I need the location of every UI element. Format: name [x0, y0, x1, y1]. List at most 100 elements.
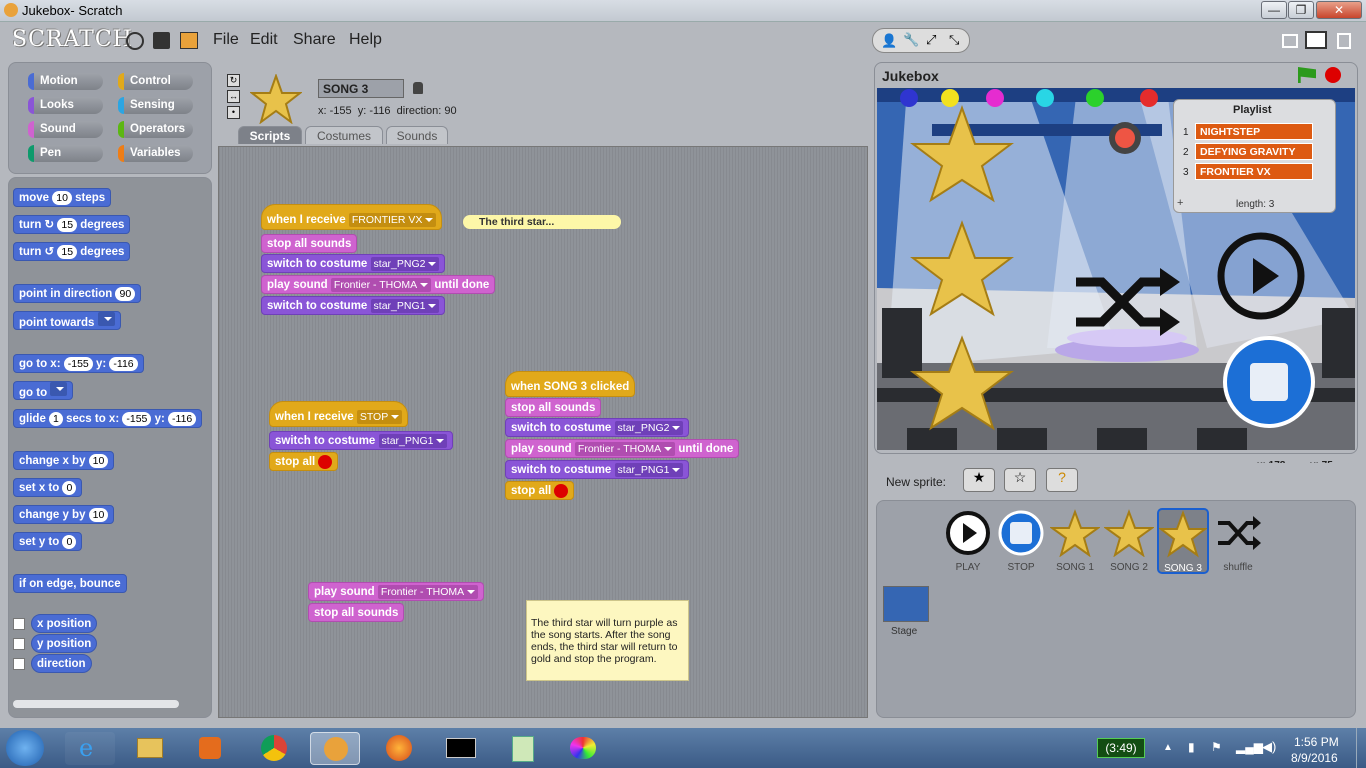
volume-icon[interactable]: ◀) [1262, 739, 1276, 755]
block-point-direction[interactable]: point in direction 90 [13, 284, 142, 303]
notepad-icon[interactable] [498, 732, 548, 765]
block-switch-costume-3[interactable]: switch to costume star_PNG1 [269, 431, 454, 450]
sprite-song3-selected[interactable]: SONG 3 [1157, 508, 1209, 574]
block-move[interactable]: move 10 steps [13, 188, 112, 207]
power-icon[interactable]: ▮ [1188, 740, 1195, 754]
wrench-icon[interactable]: 🔧 [903, 32, 919, 48]
xpos-checkbox[interactable] [13, 618, 25, 630]
share-icon[interactable] [180, 32, 198, 49]
block-bounce[interactable]: if on edge, bounce [13, 574, 127, 593]
script-comment-note[interactable]: The third star will turn purple as the s… [526, 600, 689, 681]
playlist-item[interactable]: FRONTIER VX [1195, 163, 1313, 180]
block-turn-right[interactable]: turn ↻ 15 degrees [13, 215, 131, 234]
playlist-item[interactable]: DEFYING GRAVITY [1195, 143, 1313, 160]
paint-icon[interactable] [558, 732, 608, 765]
shrink-icon[interactable]: ⤡ [949, 32, 959, 48]
explorer-icon[interactable] [125, 732, 175, 765]
globe-icon[interactable] [126, 32, 144, 50]
chrome-icon[interactable] [248, 732, 298, 765]
tab-costumes[interactable]: Costumes [305, 126, 383, 144]
sprite-shuffle[interactable]: shuffle [1213, 509, 1263, 573]
comment-collapsed[interactable]: The third star... [463, 215, 621, 229]
show-desktop-button[interactable] [1356, 728, 1366, 768]
hat-when-i-receive-frontier[interactable]: when I receive FRONTIER VX [261, 204, 443, 230]
network-icon[interactable]: ▂▄▆ [1236, 740, 1263, 754]
tab-sounds[interactable]: Sounds [386, 126, 448, 144]
sprite-stop[interactable]: STOP [996, 509, 1046, 573]
block-play-sound-2[interactable]: play sound Frontier - THOMA until done [505, 439, 740, 458]
direction-checkbox[interactable] [13, 658, 25, 670]
category-variables[interactable]: Variables [118, 145, 193, 162]
minimize-button[interactable]: — [1261, 1, 1287, 19]
clock-time[interactable]: 1:56 PM [1294, 735, 1339, 749]
person-icon[interactable]: 👤 [881, 33, 897, 49]
block-turn-left[interactable]: turn ↺ 15 degrees [13, 242, 131, 261]
cmd-icon[interactable] [436, 732, 486, 765]
block-goto[interactable]: go to [13, 381, 74, 400]
category-operators[interactable]: Operators [118, 121, 193, 138]
start-button[interactable] [6, 730, 44, 766]
flip-icon[interactable]: ↔ [227, 90, 240, 103]
category-sound[interactable]: Sound [28, 121, 103, 138]
scratch-taskbar-icon[interactable] [310, 732, 360, 765]
choose-sprite-button[interactable]: ☆ [1004, 468, 1036, 492]
paint-sprite-button[interactable]: ★ [963, 468, 995, 492]
block-stop-all-sounds-2[interactable]: stop all sounds [505, 398, 602, 417]
add-item-icon[interactable]: + [1177, 197, 1183, 209]
category-looks[interactable]: Looks [28, 97, 103, 114]
block-switch-costume-2[interactable]: switch to costume star_PNG1 [261, 296, 446, 315]
hat-when-i-receive-stop[interactable]: when I receive STOP [269, 401, 409, 427]
stop-icon[interactable] [1325, 67, 1341, 83]
block-stop-all-2[interactable]: stop all [505, 481, 575, 500]
close-button[interactable]: ✕ [1316, 1, 1362, 19]
maximize-button[interactable]: ❐ [1288, 1, 1314, 19]
playlist-item[interactable]: NIGHTSTEP [1195, 123, 1313, 140]
block-switch-costume-4[interactable]: switch to costume star_PNG2 [505, 418, 690, 437]
block-stop-all-sounds-1[interactable]: stop all sounds [261, 234, 358, 253]
shuffle-icon[interactable] [1072, 266, 1182, 338]
grow-icon[interactable]: ⤢ [926, 32, 936, 48]
block-glide[interactable]: glide 1 secs to x: -155 y: -116 [13, 409, 203, 428]
presentation-mode-icon[interactable] [1337, 33, 1351, 49]
stage-thumbnail[interactable] [883, 586, 929, 622]
block-goto-xy[interactable]: go to x: -155 y: -116 [13, 354, 144, 373]
palette-scrollbar[interactable] [13, 700, 179, 708]
random-sprite-button[interactable]: ? [1046, 468, 1078, 492]
menu-edit[interactable]: Edit [250, 31, 278, 49]
reporter-direction[interactable]: direction [31, 654, 92, 673]
sprite-song1[interactable]: SONG 1 [1048, 509, 1102, 573]
block-stop-all-1[interactable]: stop all [269, 452, 339, 471]
lock-icon[interactable] [413, 82, 423, 94]
media-player-icon[interactable] [185, 732, 235, 765]
rotate-icon[interactable]: ↻ [227, 74, 240, 87]
small-stage-icon[interactable] [1282, 34, 1298, 48]
menu-help[interactable]: Help [349, 31, 382, 49]
menu-file[interactable]: File [213, 31, 239, 49]
no-rotate-icon[interactable]: • [227, 106, 240, 119]
normal-stage-icon[interactable] [1305, 31, 1327, 49]
show-hidden-icons[interactable]: ▲ [1163, 742, 1173, 753]
reporter-y-position[interactable]: y position [31, 634, 98, 653]
block-change-y[interactable]: change y by 10 [13, 505, 115, 524]
firefox-icon[interactable] [373, 732, 423, 765]
block-switch-costume-1[interactable]: switch to costume star_PNG2 [261, 254, 446, 273]
block-stop-all-sounds-3[interactable]: stop all sounds [308, 603, 405, 622]
block-change-x[interactable]: change x by 10 [13, 451, 115, 470]
tab-scripts[interactable]: Scripts [238, 126, 302, 144]
block-set-x[interactable]: set x to 0 [13, 478, 83, 497]
script-area[interactable]: when I receive FRONTIER VX The third sta… [218, 146, 868, 718]
ie-icon[interactable]: e [65, 732, 115, 765]
ypos-checkbox[interactable] [13, 638, 25, 650]
block-switch-costume-5[interactable]: switch to costume star_PNG1 [505, 460, 690, 479]
block-play-sound-1[interactable]: play sound Frontier - THOMA until done [261, 275, 496, 294]
block-set-y[interactable]: set y to 0 [13, 532, 83, 551]
sprite-song2[interactable]: SONG 2 [1102, 509, 1156, 573]
hat-when-song3-clicked[interactable]: when SONG 3 clicked [505, 371, 636, 397]
category-control[interactable]: Control [118, 73, 193, 90]
block-play-sound-3[interactable]: play sound Frontier - THOMA [308, 582, 485, 601]
battery-indicator[interactable]: (3:49) [1097, 738, 1145, 758]
category-pen[interactable]: Pen [28, 145, 103, 162]
menu-share[interactable]: Share [293, 31, 336, 49]
clock-date[interactable]: 8/9/2016 [1291, 751, 1338, 765]
sprite-name-field[interactable]: SONG 3 [318, 79, 404, 98]
